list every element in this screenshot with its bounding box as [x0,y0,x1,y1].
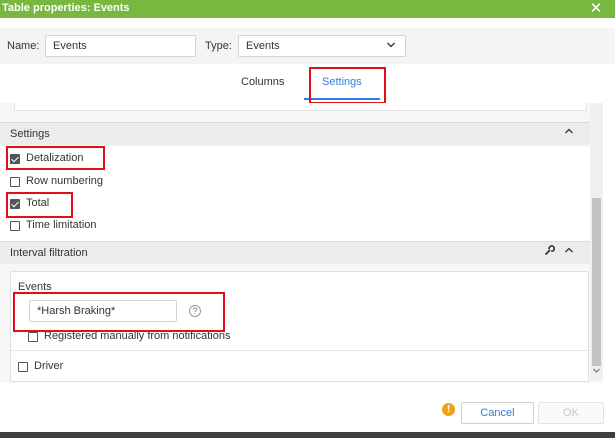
name-input[interactable]: Events [45,35,196,57]
active-tab-indicator [304,98,380,100]
settings-section-header[interactable]: Settings [0,122,603,145]
row-numbering-checkbox[interactable] [10,177,20,187]
scroll-down-icon[interactable] [593,367,600,374]
tab-settings[interactable]: Settings [322,76,362,88]
chevron-down-icon [387,42,395,48]
name-type-bar: Name: Events Type: Events [0,28,615,64]
total-label: Total [26,197,50,209]
interval-filtration-header[interactable]: Interval filtration [0,241,603,264]
type-label: Type: [205,40,232,52]
events-label: Events [18,281,52,293]
driver-checkbox[interactable] [18,362,28,372]
scrollbar[interactable] [590,103,603,380]
chevron-up-icon[interactable] [564,245,574,258]
taskbar [0,432,615,438]
type-select-value: Events [246,40,280,52]
time-limitation-checkbox[interactable] [10,221,20,231]
previous-section-card [14,103,587,111]
total-checkbox[interactable] [10,199,20,209]
driver-label: Driver [34,360,64,372]
tab-columns[interactable]: Columns [241,76,284,88]
title-bar: Table properties: Events ✕ [0,0,615,18]
registered-manually-checkbox[interactable] [28,332,38,342]
settings-panel: Settings Detalization Row numbering Tota… [0,103,603,383]
help-icon[interactable]: ? [189,305,201,317]
cancel-button[interactable]: Cancel [461,402,534,424]
events-mask-input[interactable]: *Harsh Braking* [29,300,177,322]
ok-button[interactable]: OK [538,402,604,424]
table-properties-dialog: Table properties: Events ✕ Name: Events … [0,0,615,432]
detalization-checkbox[interactable] [10,154,20,164]
warning-icon: ! [442,403,455,416]
name-label: Name: [7,40,40,52]
interval-filtration-title: Interval filtration [10,247,88,259]
settings-options: Detalization Row numbering Total Time li… [0,147,603,241]
detalization-label: Detalization [26,152,84,164]
scrollbar-thumb[interactable] [592,198,601,366]
events-filter-card: Events *Harsh Braking* ? Registered manu… [10,271,589,382]
wrench-icon[interactable] [544,245,556,259]
chevron-up-icon[interactable] [564,126,574,139]
dialog-title: Table properties: Events [2,2,130,14]
time-limitation-label: Time limitation [26,219,97,231]
registered-manually-label: Registered manually from notifications [44,330,231,342]
row-numbering-label: Row numbering [26,175,104,187]
close-icon[interactable]: ✕ [588,0,604,18]
type-select[interactable]: Events [238,35,406,57]
settings-section-title: Settings [10,128,50,140]
divider [11,350,588,351]
